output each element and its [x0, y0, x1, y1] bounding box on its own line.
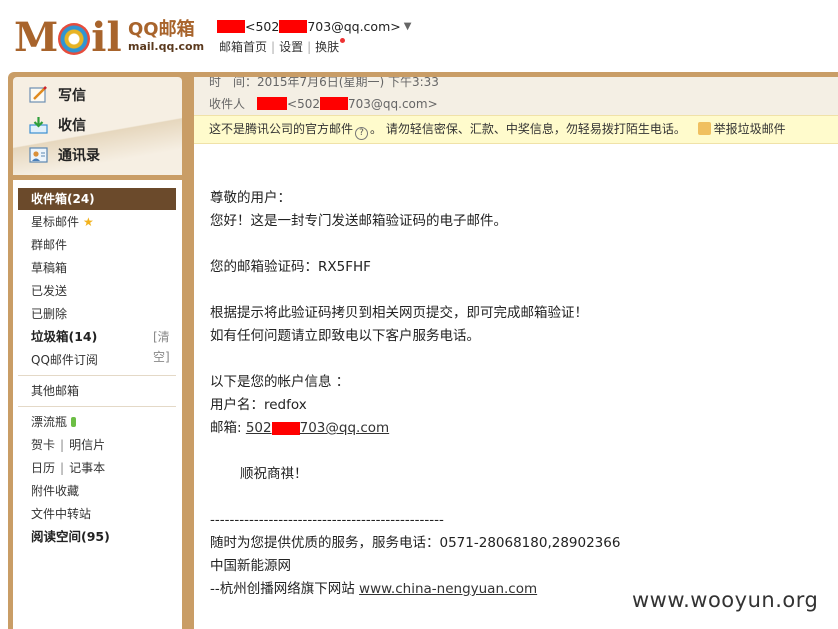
- cards-row: 贺卡 | 明信片: [31, 438, 106, 452]
- nav-settings[interactable]: 设置: [279, 40, 303, 54]
- brand-name: QQ邮箱: [128, 19, 195, 40]
- notes-link[interactable]: 记事本: [69, 461, 105, 475]
- cards-link[interactable]: 贺卡: [31, 438, 55, 452]
- intro-line: 您好！这是一封专门发送邮箱验证码的电子邮件。: [210, 213, 507, 229]
- message-body: 尊敬的用户： 您好！这是一封专门发送邮箱验证码的电子邮件。 您的邮箱验证码：RX…: [210, 187, 620, 601]
- calendar-row: 日历 | 记事本: [31, 461, 106, 475]
- company-name: 中国新能源网: [210, 558, 291, 574]
- folder-sidebar: 收件箱(24) 星标邮件 ★ 群邮件 草稿箱 已发送 已删除 垃圾箱(14) [清…: [13, 180, 182, 629]
- notification-dot-icon: [340, 38, 346, 43]
- closing-wish: 顺祝商祺！: [240, 466, 308, 482]
- greeting: 尊敬的用户：: [210, 190, 291, 206]
- sidebar-divider: [18, 406, 176, 407]
- contacts-label: 通讯录: [58, 148, 100, 164]
- verification-code-line: 您的邮箱验证码：RX5FHF: [210, 259, 371, 275]
- sidebar-divider: [18, 375, 176, 376]
- compose-label: 写信: [58, 88, 86, 104]
- redaction-mark: [217, 20, 245, 33]
- folder-group[interactable]: 群邮件: [31, 235, 67, 255]
- instruction-line-2: 如有任何问题请立即致电以下客户服务电话。: [210, 328, 480, 344]
- chevron-down-icon[interactable]: ▼: [404, 21, 412, 32]
- header: Mil QQ邮箱 mail.qq.com <502 703@qq.com> ▼ …: [0, 0, 838, 70]
- compose-button[interactable]: 写信: [29, 85, 86, 105]
- folder-sent[interactable]: 已发送: [31, 281, 67, 301]
- file-transfer-link[interactable]: 文件中转站: [31, 504, 91, 524]
- folder-other-mailboxes[interactable]: 其他邮箱: [31, 381, 79, 401]
- folder-junk[interactable]: 垃圾箱(14): [31, 327, 97, 347]
- redaction-mark: [257, 97, 288, 110]
- top-nav: 邮箱首页 | 设置 | 换肤: [219, 38, 346, 55]
- folder-deleted[interactable]: 已删除: [31, 304, 67, 324]
- phishing-warning-bar: 这不是腾讯公司的官方邮件?。 请勿轻信密保、汇款、中奖信息，勿轻易拨打陌生电话。…: [194, 115, 838, 144]
- instruction-line-1: 根据提示将此验证码拷贝到相关网页提交，即可完成邮箱验证！: [210, 305, 588, 321]
- logo-ring-icon: [58, 23, 91, 55]
- service-line: 随时为您提供优质的服务，服务电话：0571-28068180,28902366: [210, 535, 621, 551]
- recipient-label: 收件人: [209, 97, 246, 111]
- inbox-receive-icon: [29, 117, 48, 134]
- website-link[interactable]: www.china-nengyuan.com: [359, 581, 537, 597]
- report-icon: [697, 122, 711, 135]
- folder-starred[interactable]: 星标邮件 ★: [31, 212, 94, 232]
- attachments-link[interactable]: 附件收藏: [31, 481, 79, 501]
- mailbox-line: 邮箱: 502 703@qq.com: [210, 420, 390, 436]
- redaction-mark: [279, 20, 308, 33]
- nav-skin[interactable]: 换肤: [315, 40, 339, 54]
- account-info-header: 以下是您的帐户信息 ：: [210, 374, 350, 390]
- folder-subscriptions[interactable]: QQ邮件订阅: [31, 350, 98, 370]
- recipient-prefix: <502: [287, 96, 320, 111]
- help-icon[interactable]: ?: [355, 127, 369, 140]
- contacts-button[interactable]: 通讯录: [29, 145, 100, 165]
- bottle-icon: [71, 417, 77, 427]
- mailbox-link[interactable]: 502 703@qq.com: [246, 420, 389, 436]
- message-pane: 时 间：2015年7月6日(星期一) 下午3:33 收件人 <502 703@q…: [194, 77, 838, 629]
- warning-text: 这不是腾讯公司的官方邮件: [209, 122, 354, 136]
- folder-inbox[interactable]: 收件箱(24): [18, 188, 176, 210]
- message-time: 时 间：2015年7月6日(星期一) 下午3:33: [209, 77, 439, 89]
- drift-bottle-link[interactable]: 漂流瓶: [31, 412, 77, 432]
- star-icon: ★: [83, 215, 94, 229]
- brand-text: QQ邮箱 mail.qq.com: [128, 20, 204, 54]
- account-email-prefix: <502: [245, 19, 280, 34]
- compose-icon: [29, 86, 47, 103]
- message-recipient: 收件人 <502 703@qq.com>: [209, 95, 438, 112]
- folder-drafts[interactable]: 草稿箱: [31, 258, 67, 278]
- warning-tail: 。 请勿轻信密保、汇款、中奖信息，勿轻易拨打陌生电话。: [370, 122, 686, 136]
- redaction-mark: [271, 421, 300, 435]
- postcards-link[interactable]: 明信片: [69, 438, 105, 452]
- report-spam-link[interactable]: 举报垃圾邮件: [697, 122, 786, 136]
- account-switcher[interactable]: <502 703@qq.com> ▼: [217, 19, 411, 34]
- nav-mail-home[interactable]: 邮箱首页: [219, 40, 267, 54]
- contacts-icon: [29, 147, 48, 163]
- mail-logo[interactable]: Mil: [14, 14, 122, 58]
- receive-label: 收信: [58, 118, 86, 134]
- receive-button[interactable]: 收信: [29, 115, 86, 135]
- signature-divider: ----------------------------------------…: [210, 512, 444, 528]
- redaction-mark: [319, 97, 348, 110]
- sidebar-actions: 写信 收信 通讯录: [13, 77, 182, 175]
- parent-site-line: --杭州创播网络旗下网站 www.china-nengyuan.com: [210, 581, 538, 597]
- reading-space-link[interactable]: 阅读空间(95): [31, 527, 110, 547]
- brand-domain: mail.qq.com: [128, 40, 205, 53]
- username-line: 用户名：redfox: [210, 397, 307, 413]
- recipient-suffix: 703@qq.com>: [347, 96, 438, 111]
- message-meta: 时 间：2015年7月6日(星期一) 下午3:33 收件人 <502 703@q…: [194, 77, 838, 115]
- calendar-link[interactable]: 日历: [31, 461, 55, 475]
- watermark: www.wooyun.org: [632, 588, 819, 612]
- account-email-suffix: 703@qq.com>: [307, 19, 401, 34]
- clear-junk-link[interactable]: [清空]: [153, 327, 182, 367]
